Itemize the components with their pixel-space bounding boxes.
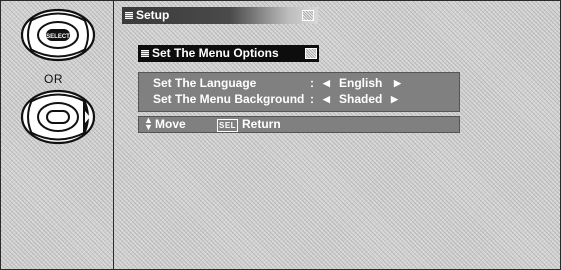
triangle-right-icon[interactable]: ▶: [391, 92, 398, 107]
remote-right-pad-icon: [20, 89, 96, 145]
menu-bars-icon: [125, 12, 133, 19]
menu-bars-icon: [141, 50, 149, 57]
help-return-label: Return: [242, 117, 281, 131]
sel-key-icon: SEL: [217, 119, 239, 132]
setup-title-text: Setup: [136, 8, 170, 22]
triangle-right-icon[interactable]: ▶: [394, 76, 401, 91]
option-value-language: English: [339, 76, 383, 90]
remote-select-pad-icon: SELECT: [20, 8, 96, 62]
triangle-left-icon[interactable]: ◀: [323, 92, 330, 107]
help-bar: ▲ ▼ Move SEL Return: [138, 116, 460, 133]
option-separator: :: [310, 92, 314, 106]
submenu-title-text: Set The Menu Options: [152, 46, 279, 60]
or-label: OR: [44, 72, 63, 86]
help-move-label: Move: [155, 117, 186, 131]
select-button-label: SELECT: [46, 34, 70, 40]
up-down-arrows-icon: ▲ ▼: [144, 115, 153, 132]
setup-menu-title: Setup: [122, 7, 318, 24]
remote-instructions-panel: SELECT OR: [1, 1, 114, 269]
option-value-background: Shaded: [339, 92, 383, 106]
exit-box-icon[interactable]: [305, 48, 317, 59]
option-label: Set The Language: [153, 76, 257, 90]
triangle-left-icon[interactable]: ◀: [323, 76, 330, 91]
submenu-title[interactable]: Set The Menu Options: [138, 45, 319, 62]
screen-frame: SELECT OR Setup Set The Menu Options Set…: [0, 0, 561, 270]
menu-options-panel: Set The Language : ◀ English ▶ Set The M…: [138, 72, 460, 112]
option-separator: :: [310, 76, 314, 90]
option-label: Set The Menu Background: [153, 92, 305, 106]
exit-box-icon[interactable]: [302, 10, 314, 21]
